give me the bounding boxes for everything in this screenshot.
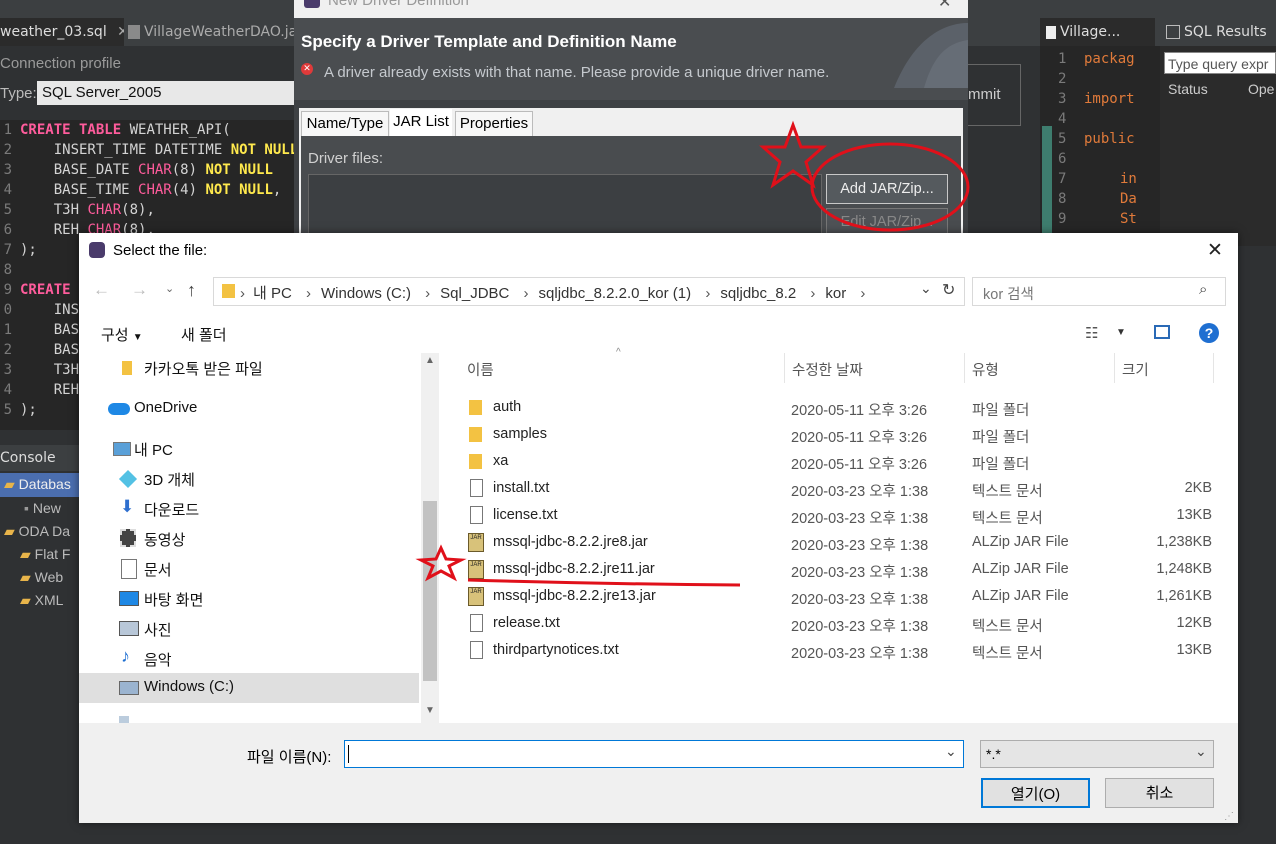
annotation-layer [415,120,970,587]
highlight-circle [810,142,970,232]
underline-mark [467,578,741,587]
annotation-star-icon [415,544,467,582]
